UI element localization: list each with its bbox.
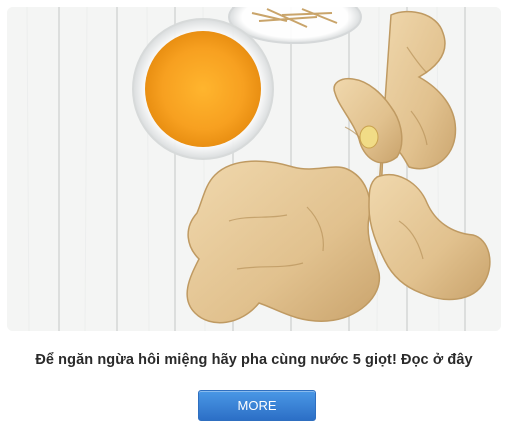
article-caption[interactable]: Để ngăn ngừa hôi miệng hãy pha cùng nước…	[0, 352, 508, 368]
ginger-turmeric-photo[interactable]	[7, 7, 501, 331]
more-button[interactable]: MORE	[198, 390, 316, 421]
ad-card: Để ngăn ngừa hôi miệng hãy pha cùng nước…	[0, 0, 508, 428]
